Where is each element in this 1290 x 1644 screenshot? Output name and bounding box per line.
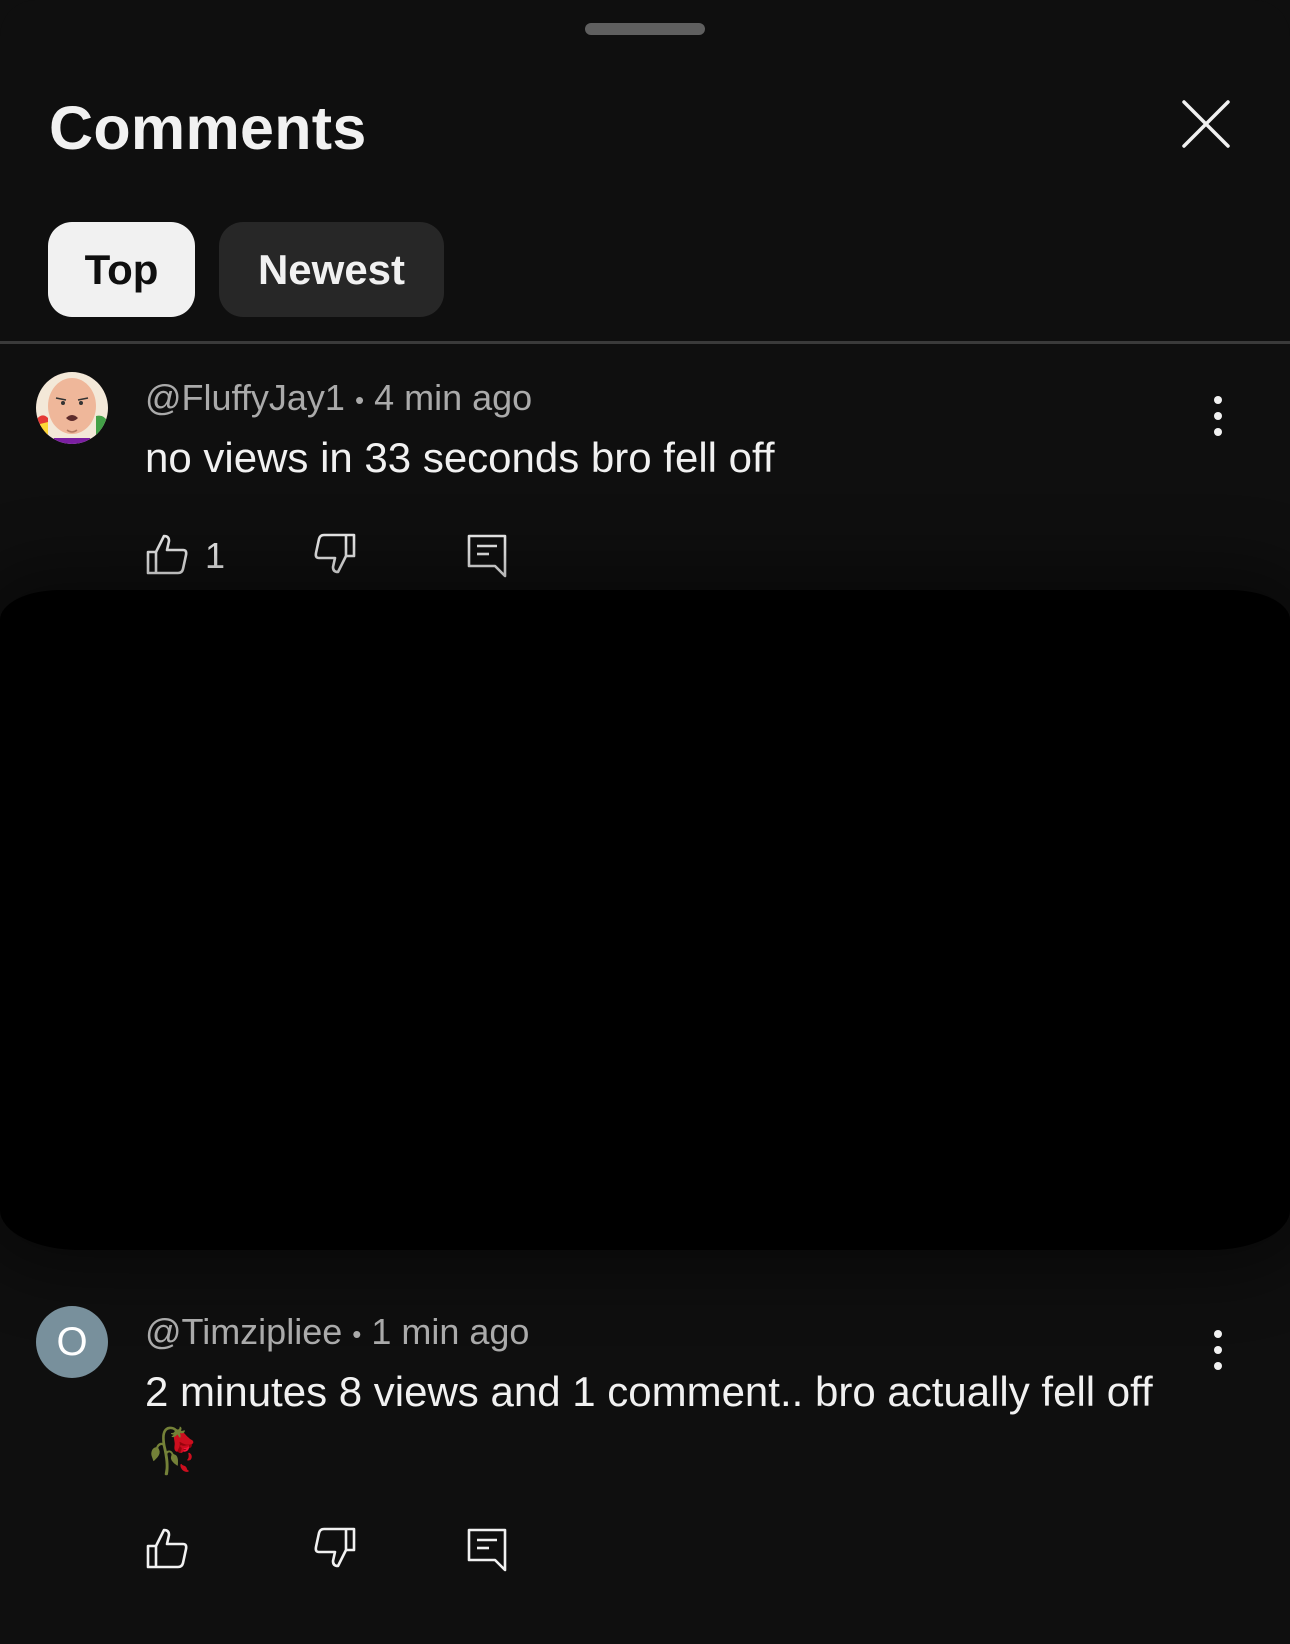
- like-icon[interactable]: [145, 532, 189, 576]
- comments-sheet: Comments Top Newest @FluffyJay1 • 4 min ag…: [0, 0, 1290, 1644]
- more-options-icon[interactable]: [1200, 388, 1236, 444]
- comment-time: 4 min ago: [374, 377, 533, 418]
- tab-newest[interactable]: Newest: [219, 222, 444, 317]
- overlay-band: [0, 590, 1290, 1250]
- avatar[interactable]: [36, 372, 108, 444]
- comment-time: 1 min ago: [371, 1311, 530, 1352]
- like-icon[interactable]: [145, 1526, 189, 1570]
- wilted-rose-emoji: 🥀: [145, 1427, 200, 1476]
- sort-chips: Top Newest: [48, 222, 444, 317]
- more-options-icon[interactable]: [1200, 1322, 1236, 1378]
- drag-handle[interactable]: [585, 23, 705, 35]
- dislike-icon[interactable]: [313, 1526, 357, 1570]
- comment-text: 2 minutes 8 views and 1 comment.. bro ac…: [145, 1368, 1153, 1476]
- comment-author[interactable]: @Timzipliee: [145, 1311, 342, 1352]
- tab-top[interactable]: Top: [48, 222, 195, 317]
- comment-item: @FluffyJay1 • 4 min ago no views in 33 sec…: [0, 372, 1290, 592]
- close-icon[interactable]: [1178, 96, 1234, 152]
- comment-meta: @FluffyJay1 • 4 min ago: [145, 377, 533, 418]
- comment-item: O @Timzipliee • 1 min ago 2 minutes 8 view…: [0, 1306, 1290, 1586]
- comment-author[interactable]: @FluffyJay1: [145, 377, 345, 418]
- reply-icon[interactable]: [465, 1526, 509, 1574]
- divider: [0, 341, 1290, 344]
- reply-icon[interactable]: [465, 532, 509, 580]
- sheet-title: Comments: [49, 94, 367, 162]
- avatar[interactable]: O: [36, 1306, 108, 1378]
- comment-meta: @Timzipliee • 1 min ago: [145, 1311, 530, 1352]
- like-count: 1: [205, 535, 226, 576]
- dislike-icon[interactable]: [313, 532, 357, 576]
- comment-text: no views in 33 seconds bro fell off: [145, 434, 775, 481]
